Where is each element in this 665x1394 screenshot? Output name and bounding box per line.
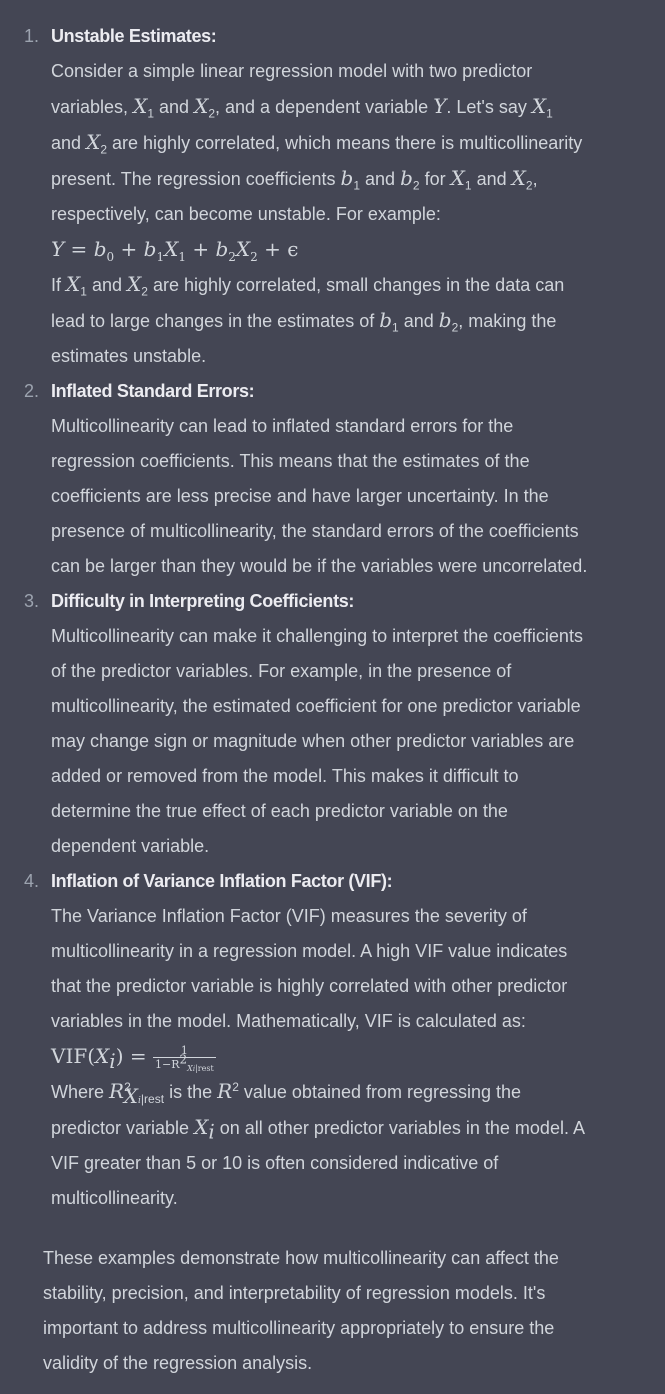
- summary-line: validity of the regression analysis.: [43, 1353, 313, 1373]
- item-line: coefficients are less precise and have l…: [51, 486, 549, 506]
- item-line: presence of multicollinearity, the stand…: [51, 521, 579, 541]
- item-line: Where R2Xi|rest is the R2 value obtained…: [51, 1079, 522, 1108]
- item-line: Multicollinearity can lead to inflated s…: [51, 416, 514, 436]
- item-line: added or removed from the model. This ma…: [51, 766, 519, 786]
- list-item-inflated-standard-errors: 2. Inflated Standard Errors: Multicollin…: [0, 374, 665, 584]
- item-line: multicollinearity in a regression model.…: [51, 941, 568, 961]
- item-line: regression coefficients. This means that…: [51, 451, 530, 471]
- item-line: of the predictor variables. For example,…: [51, 661, 512, 681]
- response-content: 1. Unstable Estimates: Consider a simple…: [0, 0, 665, 1381]
- item-heading: Difficulty in Interpreting Coefficients:: [51, 591, 355, 611]
- list-number: 4.: [24, 871, 40, 891]
- item-line: and X2 are highly correlated, which mean…: [51, 130, 583, 157]
- item-line: can be larger than they would be if the …: [51, 556, 588, 576]
- item-line: dependent variable.: [51, 836, 210, 856]
- item-line: lead to large changes in the estimates o…: [51, 308, 557, 335]
- item-line: respectively, can become unstable. For e…: [51, 204, 441, 224]
- list-number: 2.: [24, 381, 40, 401]
- list-number: 3.: [24, 591, 40, 611]
- item-heading: Inflated Standard Errors:: [51, 381, 255, 401]
- regression-equation: Y = b0 + b1X1 + b2X2 + ϵ: [51, 237, 299, 264]
- list-item-difficulty-interpreting: 3. Difficulty in Interpreting Coefficien…: [0, 584, 665, 864]
- list-number: 1.: [24, 26, 40, 46]
- summary-paragraph: These examples demonstrate how multicoll…: [0, 1241, 665, 1381]
- list-item-vif: 4. Inflation of Variance Inflation Facto…: [0, 864, 665, 1216]
- item-heading: Unstable Estimates:: [51, 26, 217, 46]
- item-line: If X1 and X2 are highly correlated, smal…: [51, 272, 565, 299]
- item-line: multicollinearity.: [51, 1188, 178, 1208]
- item-line: Consider a simple linear regression mode…: [51, 61, 533, 81]
- item-line: estimates unstable.: [51, 346, 207, 366]
- item-line: present. The regression coefficients b1 …: [51, 166, 538, 193]
- item-line: variables in the model. Mathematically, …: [51, 1011, 526, 1031]
- item-line: may change sign or magnitude when other …: [51, 731, 575, 751]
- item-line: Multicollinearity can make it challengin…: [51, 626, 583, 646]
- vif-fraction: 1 1−R2Xi|rest: [152, 1044, 216, 1074]
- item-line: determine the true effect of each predic…: [51, 801, 508, 821]
- list-item-unstable-estimates: 1. Unstable Estimates: Consider a simple…: [0, 19, 665, 374]
- item-line: variables, X1 and X2, and a dependent va…: [51, 94, 553, 121]
- summary-line: These examples demonstrate how multicoll…: [43, 1248, 559, 1268]
- summary-line: stability, precision, and interpretabili…: [43, 1283, 546, 1303]
- summary-line: important to address multicollinearity a…: [43, 1318, 555, 1338]
- item-heading: Inflation of Variance Inflation Factor (…: [51, 871, 393, 891]
- item-line: VIF greater than 5 or 10 is often consid…: [51, 1153, 499, 1173]
- item-line: multicollinearity, the estimated coeffic…: [51, 696, 581, 716]
- item-line: The Variance Inflation Factor (VIF) meas…: [51, 906, 527, 926]
- item-line: predictor variable Xi on all other predi…: [51, 1115, 585, 1144]
- numbered-list: 1. Unstable Estimates: Consider a simple…: [0, 19, 665, 1216]
- item-line: that the predictor variable is highly co…: [51, 976, 568, 996]
- vif-formula: VIF(Xi) = 1 1−R2Xi|rest: [51, 1044, 216, 1074]
